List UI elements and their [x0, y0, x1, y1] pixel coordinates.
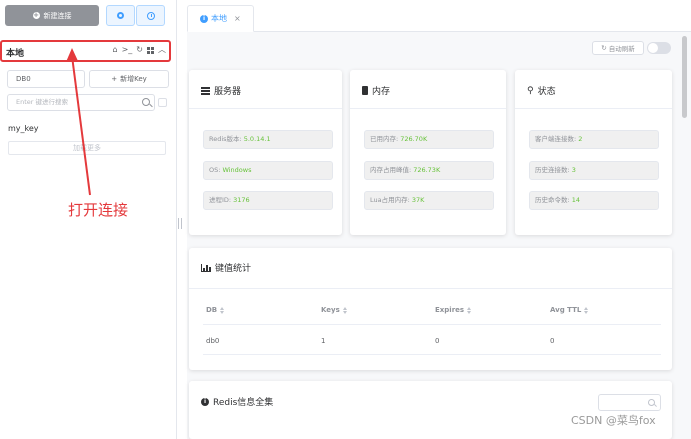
load-more-button[interactable]: 加载更多	[8, 141, 166, 155]
server-card-header: 服务器	[201, 84, 241, 97]
memory-info-item: 已用内存: 726.70K	[364, 130, 494, 149]
status-card: ⚲ 状态 客户端连接数: 2 历史连接数: 3 历史命令数: 14	[515, 70, 672, 235]
paperclip-icon: ⚲	[527, 85, 534, 96]
bar-chart-icon	[201, 263, 211, 272]
key-search-input[interactable]: Enter 键进行搜索	[7, 94, 155, 111]
tab-local[interactable]: i 本地 ×	[187, 5, 254, 32]
app-root: + 新建连接 本地 ⌂ >_ ↻ ︿ DB0 + 新增Key Enter 键进行…	[0, 0, 691, 439]
redis-info-search-input[interactable]	[598, 394, 661, 411]
chevron-up-icon[interactable]: ︿	[158, 45, 166, 55]
status-info-item: 客户端连接数: 2	[529, 130, 659, 149]
sort-icon	[584, 306, 589, 314]
terminal-icon[interactable]: >_	[122, 45, 133, 55]
table-cell: db0	[206, 337, 220, 345]
new-connection-button[interactable]: + 新建连接	[5, 5, 99, 26]
status-info-item: 历史命令数: 14	[529, 191, 659, 210]
column-header-db[interactable]: DB	[206, 306, 225, 314]
target-icon	[117, 12, 124, 19]
target-button[interactable]	[106, 5, 135, 26]
grid-icon[interactable]	[147, 46, 154, 54]
home-icon[interactable]: ⌂	[113, 45, 118, 55]
info-icon: i	[200, 14, 208, 23]
exact-search-checkbox[interactable]	[158, 98, 167, 107]
status-card-header: ⚲ 状态	[527, 84, 556, 98]
column-header-expires[interactable]: Expires	[435, 306, 472, 314]
sort-icon	[220, 306, 225, 314]
clock-icon	[146, 11, 155, 20]
status-info-item: 历史连接数: 3	[529, 161, 659, 180]
column-header-avg-ttl[interactable]: Avg TTL	[550, 306, 589, 314]
connection-sidebar: + 新建连接 本地 ⌂ >_ ↻ ︿ DB0 + 新增Key Enter 键进行…	[0, 0, 176, 439]
status-card-title: 状态	[537, 87, 556, 97]
server-info-item: 进程ID: 3176	[203, 191, 333, 210]
server-card: 服务器 Redis版本: 5.0.14.1 OS: Windows 进程ID: 317…	[189, 70, 342, 235]
auto-refresh-toggle[interactable]	[647, 42, 671, 54]
tab-label: 本地	[211, 14, 227, 23]
search-icon[interactable]	[142, 98, 150, 106]
key-stats-card: 键值统计 DB Keys Expires Avg TTL db0 1 0 0	[189, 248, 672, 370]
table-cell: 0	[550, 337, 555, 345]
refresh-icon: ↻	[601, 44, 607, 52]
memory-info-item: 内存占用峰值: 726.73K	[364, 161, 494, 180]
key-stats-header: 键值统计	[201, 261, 251, 274]
redis-info-header: i Redis信息全集	[201, 395, 273, 408]
column-header-keys[interactable]: Keys	[321, 306, 347, 314]
history-button[interactable]	[136, 5, 165, 26]
db-select[interactable]: DB0	[7, 70, 85, 88]
main-panel: i 本地 × ↻ 自动刷新 服务器 Redis版本: 5.0.14.1 OS: Wi…	[186, 0, 691, 439]
memory-card-title: 内存	[372, 87, 391, 97]
refresh-icon[interactable]: ↻	[136, 45, 143, 55]
connection-actions: ⌂ >_ ↻ ︿	[113, 45, 166, 55]
plus-circle-icon: +	[32, 11, 40, 19]
memory-icon	[362, 86, 368, 95]
memory-card-header: 内存	[362, 84, 390, 97]
redis-info-title: Redis信息全集	[213, 398, 274, 408]
auto-refresh-label: 自动刷新	[608, 45, 635, 53]
memory-info-item: Lua占用内存: 37K	[364, 191, 494, 210]
plus-icon: +	[111, 75, 118, 83]
add-key-label: 新增Key	[120, 75, 147, 83]
new-connection-label: 新建连接	[43, 11, 72, 20]
panel-divider	[176, 0, 177, 439]
server-card-title: 服务器	[214, 87, 242, 97]
connection-name: 本地	[6, 49, 25, 59]
add-key-button[interactable]: + 新增Key	[89, 70, 169, 88]
server-info-item: Redis版本: 5.0.14.1	[203, 130, 333, 149]
table-cell: 1	[321, 337, 326, 345]
scrollbar[interactable]	[682, 36, 687, 118]
key-item[interactable]: my_key	[8, 124, 39, 133]
info-icon: i	[201, 397, 209, 406]
memory-card: 内存 已用内存: 726.70K 内存占用峰值: 726.73K Lua占用内存: 3…	[350, 70, 506, 235]
search-icon[interactable]	[648, 399, 655, 406]
key-stats-title: 键值统计	[215, 264, 252, 274]
search-placeholder: Enter 键进行搜索	[16, 98, 69, 106]
close-icon[interactable]: ×	[234, 14, 241, 23]
redis-info-card: i Redis信息全集	[189, 381, 672, 439]
server-info-item: OS: Windows	[203, 161, 333, 180]
annotation-text: 打开连接	[68, 201, 129, 219]
resize-handle[interactable]	[178, 218, 182, 229]
auto-refresh-button[interactable]: ↻ 自动刷新	[592, 41, 644, 55]
table-cell: 0	[435, 337, 440, 345]
connection-item[interactable]: 本地 ⌂ >_ ↻ ︿	[0, 40, 171, 62]
server-icon	[201, 86, 210, 95]
watermark: CSDN @菜鸟fox	[571, 414, 656, 427]
sort-icon	[467, 306, 472, 314]
sort-icon	[342, 306, 347, 314]
